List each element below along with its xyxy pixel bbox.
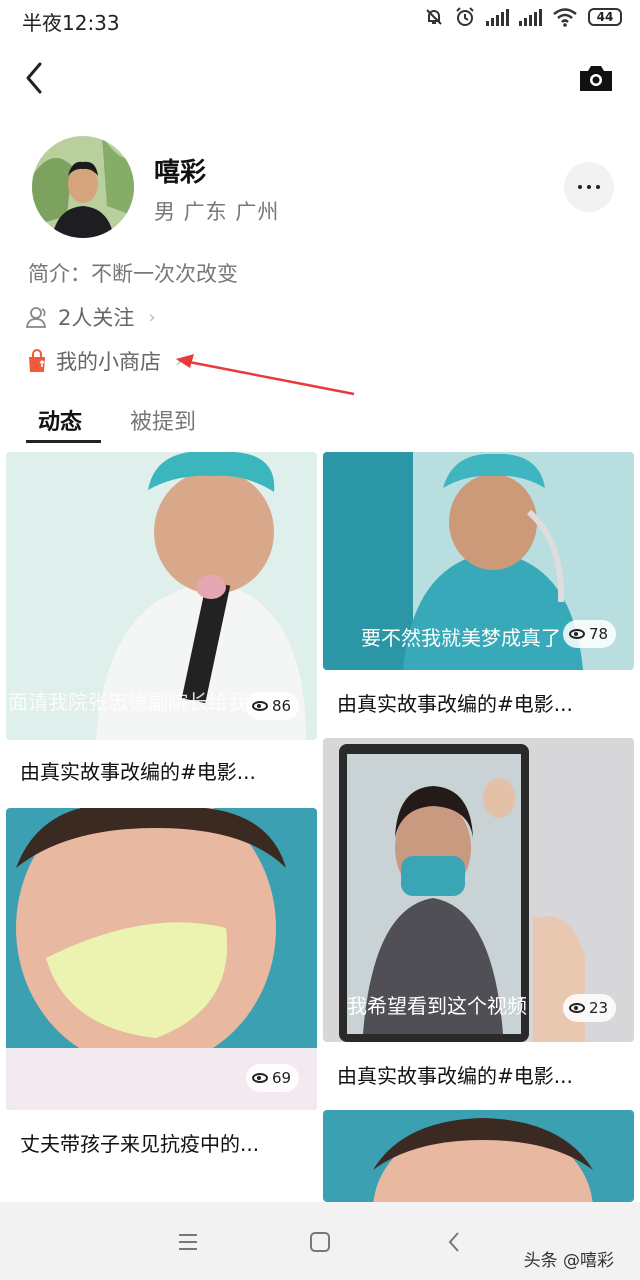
- tab-indicator: [26, 440, 101, 443]
- mute-bell-icon: [426, 9, 442, 25]
- view-count: 78: [589, 625, 609, 643]
- signal-icon-2: [519, 8, 542, 26]
- battery-icon: 44: [588, 8, 622, 26]
- shop-bag-icon: [29, 349, 45, 372]
- signal-icon-1: [486, 8, 509, 26]
- followers-label: 2人关注: [58, 306, 135, 330]
- status-bar: 半夜12:33 44: [0, 0, 640, 40]
- back-nav-button[interactable]: [434, 1224, 474, 1260]
- video-card-caption[interactable]: 由真实故事改编的#电影...: [20, 756, 310, 785]
- profile-name: 嘻彩: [154, 158, 207, 188]
- tab-mentioned[interactable]: 被提到: [130, 404, 196, 436]
- more-icon: [578, 185, 582, 189]
- view-count: 86: [272, 697, 292, 715]
- eye-icon: [569, 629, 585, 639]
- home-icon: [310, 1232, 330, 1252]
- video-thumbnail-image: [323, 1110, 634, 1202]
- more-button[interactable]: [564, 162, 614, 212]
- view-count-badge: 78: [563, 620, 617, 648]
- avatar-photo: [32, 136, 134, 238]
- back-nav-icon: [448, 1232, 459, 1252]
- back-icon[interactable]: [20, 60, 50, 96]
- watermark: 头条 @嘻彩: [523, 1251, 614, 1271]
- followers-link[interactable]: 2人关注 ›: [26, 302, 156, 332]
- status-time: 半夜12:33: [22, 11, 120, 35]
- wifi-icon: [553, 8, 577, 27]
- shop-label: 我的小商店: [56, 350, 161, 374]
- avatar[interactable]: [32, 136, 134, 238]
- menu-icon: [179, 1234, 197, 1250]
- eye-icon: [252, 701, 268, 711]
- profile-meta: 男 广东 广州: [154, 200, 280, 224]
- video-card-thumbnail[interactable]: [323, 1110, 634, 1202]
- video-card-thumbnail[interactable]: 要不然我就美梦成真了 78: [323, 452, 634, 670]
- view-count: 23: [589, 999, 609, 1017]
- video-card-caption[interactable]: 由真实故事改编的#电影...: [337, 1060, 627, 1089]
- status-icons: 44: [424, 6, 622, 28]
- view-count-badge: 23: [563, 994, 617, 1022]
- video-card-caption[interactable]: 丈夫带孩子来见抗疫中的...: [20, 1128, 310, 1157]
- video-subtitle: 要不然我就美梦成真了: [361, 626, 561, 650]
- video-card-thumbnail[interactable]: 69: [6, 808, 317, 1110]
- camera-icon[interactable]: [578, 62, 614, 94]
- annotation-arrow: [176, 354, 355, 396]
- view-count: 69: [272, 1069, 292, 1087]
- eye-icon: [569, 1003, 585, 1013]
- video-card-thumbnail[interactable]: 面请我院张忠德副院长给我家 86: [6, 452, 317, 740]
- video-subtitle: 我希望看到这个视频: [347, 994, 527, 1018]
- profile-bio: 简介：不断一次次改变: [28, 262, 238, 286]
- video-card-caption[interactable]: 由真实故事改编的#电影...: [337, 688, 627, 717]
- menu-nav-button[interactable]: [168, 1224, 208, 1260]
- view-count-badge: 86: [246, 692, 300, 720]
- home-nav-button[interactable]: [300, 1224, 340, 1260]
- chevron-right-icon: ›: [148, 306, 156, 328]
- video-subtitle: 面请我院张忠德副院长给我家: [8, 690, 268, 714]
- shop-link[interactable]: 我的小商店 ›: [26, 346, 182, 376]
- tab-dynamics[interactable]: 动态: [38, 404, 82, 436]
- view-count-badge: 69: [246, 1064, 300, 1092]
- alarm-icon: [456, 7, 474, 26]
- video-card-thumbnail[interactable]: 我希望看到这个视频 23: [323, 738, 634, 1042]
- eye-icon: [252, 1073, 268, 1083]
- person-icon: [26, 307, 47, 328]
